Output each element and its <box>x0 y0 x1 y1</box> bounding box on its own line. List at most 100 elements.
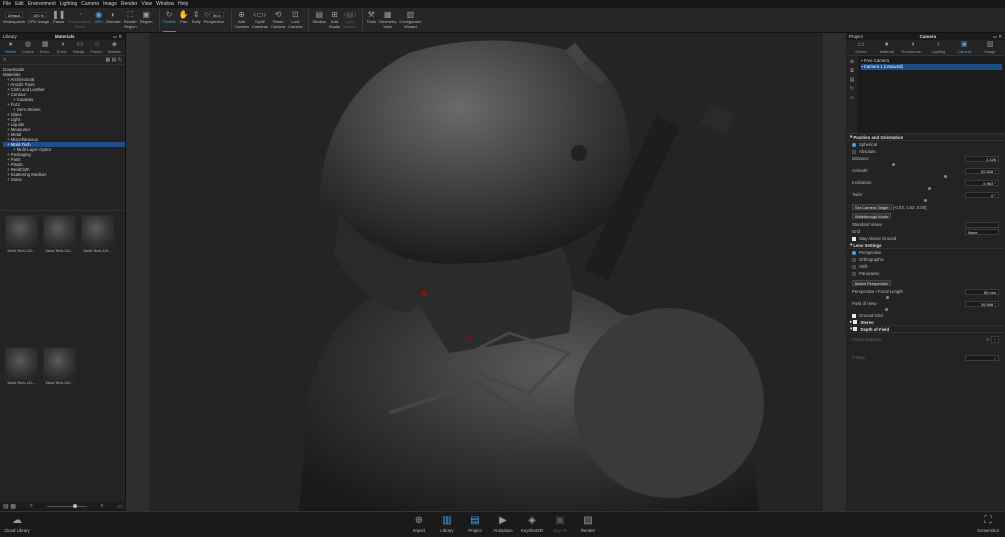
menu-file[interactable]: File <box>3 1 11 7</box>
lock-camera-button[interactable]: ⊡ Lock Camera <box>288 10 302 32</box>
menu-view[interactable]: View <box>141 1 152 7</box>
cycle-cameras-button[interactable]: ‹▭› Cycle Cameras <box>252 10 268 32</box>
animation-button[interactable]: ▶ Animation <box>490 514 516 533</box>
add-icon[interactable]: ⊕ <box>850 59 854 65</box>
search-icon[interactable]: ⌕ <box>100 503 103 510</box>
twist-input[interactable]: 0 ° <box>965 191 999 198</box>
menu-render[interactable]: Render <box>121 1 137 7</box>
focus-distance-slider[interactable] <box>852 343 999 348</box>
stereo-section[interactable]: ▸ Stereo <box>846 319 1005 326</box>
search-icon[interactable]: ⌕ <box>30 503 33 510</box>
stereo-checkbox[interactable] <box>853 320 858 324</box>
keyshotxr-button[interactable]: ◈ KeyShotXR <box>519 514 545 533</box>
material-thumbnail[interactable]: Mold-Tech-110... <box>42 347 77 385</box>
options-icon[interactable]: ▤ <box>112 57 117 63</box>
perspective-control[interactable]: ◇ 50.0 Perspective <box>204 10 225 32</box>
refresh-icon[interactable]: ↻ <box>118 57 122 63</box>
stay-above-ground-checkbox[interactable] <box>852 236 856 241</box>
render-viewport[interactable] <box>149 33 823 511</box>
tab-backplates[interactable]: ▭ Backp.. <box>71 41 88 54</box>
absolute-option[interactable]: Absolute <box>846 148 1005 155</box>
lens-settings-section[interactable]: ▾ Lens Settings <box>846 242 1005 249</box>
gpu-button[interactable]: ◉ GPU <box>94 10 103 32</box>
tumble-button[interactable]: ↻ Tumble <box>162 10 176 32</box>
tab-material[interactable]: ● Material <box>874 41 900 54</box>
cpu-usage-select[interactable]: 100 % <box>29 12 48 18</box>
material-thumbnail[interactable]: Mold-Tech-110... <box>4 215 39 253</box>
focus-distance-input[interactable]: 0 <box>990 335 999 343</box>
performance-mode-button[interactable]: ◔ Performance Mode <box>68 10 91 32</box>
azimuth-slider[interactable] <box>852 174 999 179</box>
region-button[interactable]: ▣ Region <box>140 10 153 32</box>
position-orientation-section[interactable]: ▾ Position and Orientation <box>846 134 1005 141</box>
ground-grid-row[interactable]: Ground Grid <box>846 312 1005 319</box>
workspace-select[interactable]: Default <box>4 12 24 18</box>
material-thumbnail[interactable]: Mold-Tech-110... <box>4 347 39 385</box>
orthographic-radio[interactable] <box>852 257 856 262</box>
cloud-library-button[interactable]: ☁ Cloud Library <box>4 514 30 533</box>
tab-colors[interactable]: ◍ Colors <box>19 41 36 54</box>
tab-camera[interactable]: ▣ Camera <box>951 41 977 54</box>
duplicate-icon[interactable]: ⧉ <box>850 68 854 74</box>
ground-grid-checkbox[interactable] <box>852 313 856 318</box>
inclination-slider[interactable] <box>852 186 999 191</box>
grid-view-icon[interactable]: ▦ <box>106 57 111 63</box>
fov-slider[interactable] <box>852 307 999 312</box>
add-camera-button[interactable]: ⊕ Add Camera <box>235 10 249 32</box>
target-picker-icon[interactable]: ⊕ <box>986 337 990 342</box>
screenshot-button[interactable]: ⛶ Screenshot <box>975 514 1001 533</box>
twist-slider[interactable] <box>852 198 999 203</box>
keyvr-button[interactable]: ▣ KeyVR <box>547 514 573 533</box>
list-view-icon[interactable]: ▤ ▦ <box>3 503 16 510</box>
reset-icon[interactable]: ↻ <box>850 86 854 92</box>
tab-models[interactable]: ◈ Models <box>106 41 123 54</box>
menu-camera[interactable]: Camera <box>81 1 99 7</box>
perspective-option[interactable]: Perspective <box>846 249 1005 256</box>
perspective-input[interactable]: 50.0 <box>209 12 224 18</box>
tab-environments[interactable]: ◑ Envir.. <box>54 41 71 54</box>
standard-views-select[interactable] <box>965 221 999 228</box>
tab-scene[interactable]: ▭ Scene <box>848 41 874 54</box>
tab-lighting[interactable]: ♁ Lighting <box>925 41 951 54</box>
add-studio-button[interactable]: ⊞ Add Studio <box>329 10 340 32</box>
render-button[interactable]: ▨ Render <box>575 514 601 533</box>
geometry-view-button[interactable]: ▦ Geometry View <box>379 10 397 32</box>
spherical-option[interactable]: Spherical <box>846 141 1005 148</box>
menu-help[interactable]: Help <box>178 1 188 7</box>
absolute-radio[interactable] <box>852 149 856 154</box>
cycle-studios-button[interactable]: ‹▤› Cycle Studios <box>343 10 356 32</box>
search-icon[interactable]: ⌕ <box>3 57 6 64</box>
depth-of-field-section[interactable]: ▾ Depth of Field <box>846 326 1005 333</box>
tools-button[interactable]: ⚒ Tools <box>366 10 375 32</box>
perspective-radio[interactable] <box>852 250 856 255</box>
shift-option[interactable]: Shift <box>846 263 1005 270</box>
stay-above-ground-row[interactable]: Stay Above Ground <box>846 235 1005 242</box>
denoise-button[interactable]: ◐ Denoise <box>106 10 121 32</box>
material-thumbnail[interactable]: Mold-Tech-110... <box>80 215 115 253</box>
focal-length-input[interactable]: 50 mm <box>965 288 999 295</box>
float-icon[interactable]: ▭ <box>113 34 117 39</box>
tree-item[interactable]: + Stone <box>3 177 125 182</box>
tab-textures[interactable]: ▦ Textu.. <box>37 41 54 54</box>
studios-button[interactable]: ▤ Studios <box>312 10 325 32</box>
dolly-button[interactable]: ⇕ Dolly <box>192 10 201 32</box>
import-button[interactable]: ⊕ Import <box>406 514 432 533</box>
match-perspective-button[interactable]: Match Perspective <box>852 279 891 286</box>
distance-slider[interactable] <box>852 162 999 167</box>
material-thumbnail[interactable]: Mold-Tech-110... <box>42 215 77 253</box>
depth-of-field-checkbox[interactable] <box>853 327 858 331</box>
menu-window[interactable]: Window <box>156 1 174 7</box>
configurator-wizard-button[interactable]: ▥ Configurator Wizard <box>399 10 421 32</box>
thumbnail-size-slider[interactable] <box>46 504 87 508</box>
save-icon[interactable]: ▭ <box>850 95 855 101</box>
menu-edit[interactable]: Edit <box>15 1 24 7</box>
library-button[interactable]: ▥ Library <box>434 514 460 533</box>
fstop-input[interactable]: 1 <box>965 354 999 361</box>
panoramic-radio[interactable] <box>852 271 856 276</box>
set-camera-target-button[interactable]: Set Camera Target <box>852 203 892 210</box>
camera-list-item[interactable]: ▪ Camera 1 (unsaved) <box>861 64 1002 70</box>
cpu-usage-control[interactable]: 100 % CPU Usage <box>28 10 49 32</box>
tab-favorites[interactable]: ☆ Favori.. <box>88 41 105 54</box>
tab-image[interactable]: ▨ Image <box>977 41 1003 54</box>
panoramic-option[interactable]: Panoramic <box>846 270 1005 277</box>
